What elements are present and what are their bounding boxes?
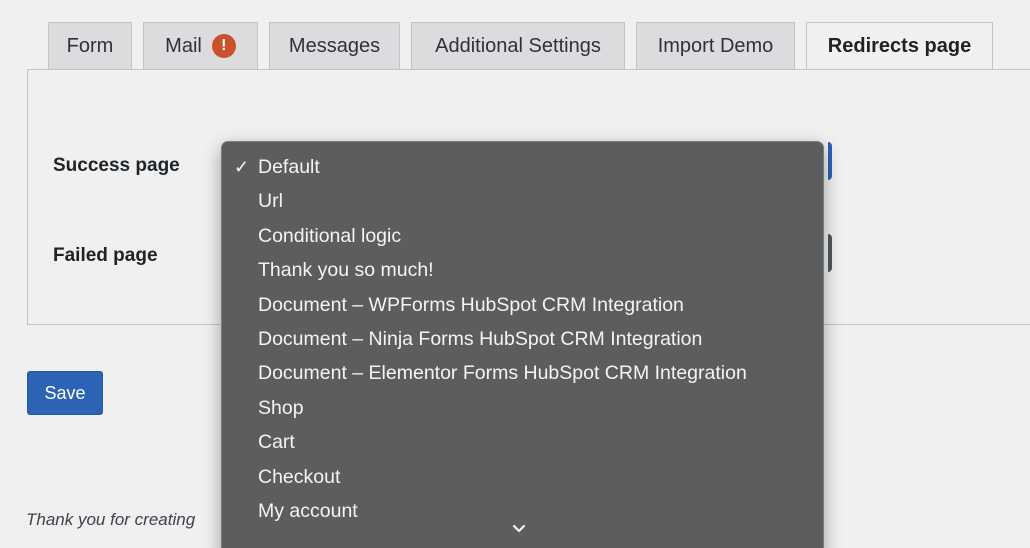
checkmark-icon: ✓ bbox=[234, 157, 250, 177]
menu-option-my-account[interactable]: My account bbox=[258, 496, 358, 526]
success-page-dropdown-menu: ✓ Default Url Conditional logic Thank yo… bbox=[221, 141, 824, 548]
menu-option-checkout[interactable]: Checkout bbox=[258, 462, 340, 492]
success-page-select[interactable] bbox=[828, 142, 832, 180]
tab-label: Messages bbox=[288, 34, 381, 57]
tab-label: Import Demo bbox=[657, 34, 774, 57]
menu-option-conditional-logic[interactable]: Conditional logic bbox=[258, 221, 401, 251]
footer-thanks-text: Thank you for creating bbox=[26, 510, 196, 529]
menu-option-default[interactable]: Default bbox=[258, 152, 320, 182]
menu-option-doc-elementor[interactable]: Document – Elementor Forms HubSpot CRM I… bbox=[258, 358, 747, 388]
menu-option-doc-wpforms[interactable]: Document – WPForms HubSpot CRM Integrati… bbox=[258, 290, 684, 320]
tab-label: Mail bbox=[165, 34, 202, 57]
save-button[interactable]: Save bbox=[27, 371, 103, 415]
tab-redirects-page[interactable]: Redirects page bbox=[806, 22, 993, 70]
tab-messages[interactable]: Messages bbox=[269, 22, 400, 69]
menu-option-cart[interactable]: Cart bbox=[258, 427, 295, 457]
failed-page-select[interactable] bbox=[828, 234, 832, 272]
menu-option-shop[interactable]: Shop bbox=[258, 393, 304, 423]
tab-label: Additional Settings bbox=[435, 34, 601, 57]
tab-bar: Form Mail ! Messages Additional Settings… bbox=[48, 22, 1004, 70]
failed-page-label: Failed page bbox=[53, 245, 158, 266]
tab-label: Form bbox=[66, 34, 114, 57]
tab-additional-settings[interactable]: Additional Settings bbox=[411, 22, 625, 69]
tab-mail[interactable]: Mail ! bbox=[143, 22, 258, 69]
menu-option-doc-ninja-forms[interactable]: Document – Ninja Forms HubSpot CRM Integ… bbox=[258, 324, 702, 354]
success-page-label: Success page bbox=[53, 155, 180, 176]
tab-import-demo[interactable]: Import Demo bbox=[636, 22, 795, 69]
tab-form[interactable]: Form bbox=[48, 22, 132, 69]
warning-icon: ! bbox=[211, 34, 236, 58]
settings-page: Form Mail ! Messages Additional Settings… bbox=[0, 0, 1030, 548]
tab-label: Redirects page bbox=[827, 35, 972, 57]
chevron-down-icon[interactable] bbox=[512, 524, 526, 534]
menu-option-thank-you[interactable]: Thank you so much! bbox=[258, 255, 434, 285]
menu-option-url[interactable]: Url bbox=[258, 186, 283, 216]
